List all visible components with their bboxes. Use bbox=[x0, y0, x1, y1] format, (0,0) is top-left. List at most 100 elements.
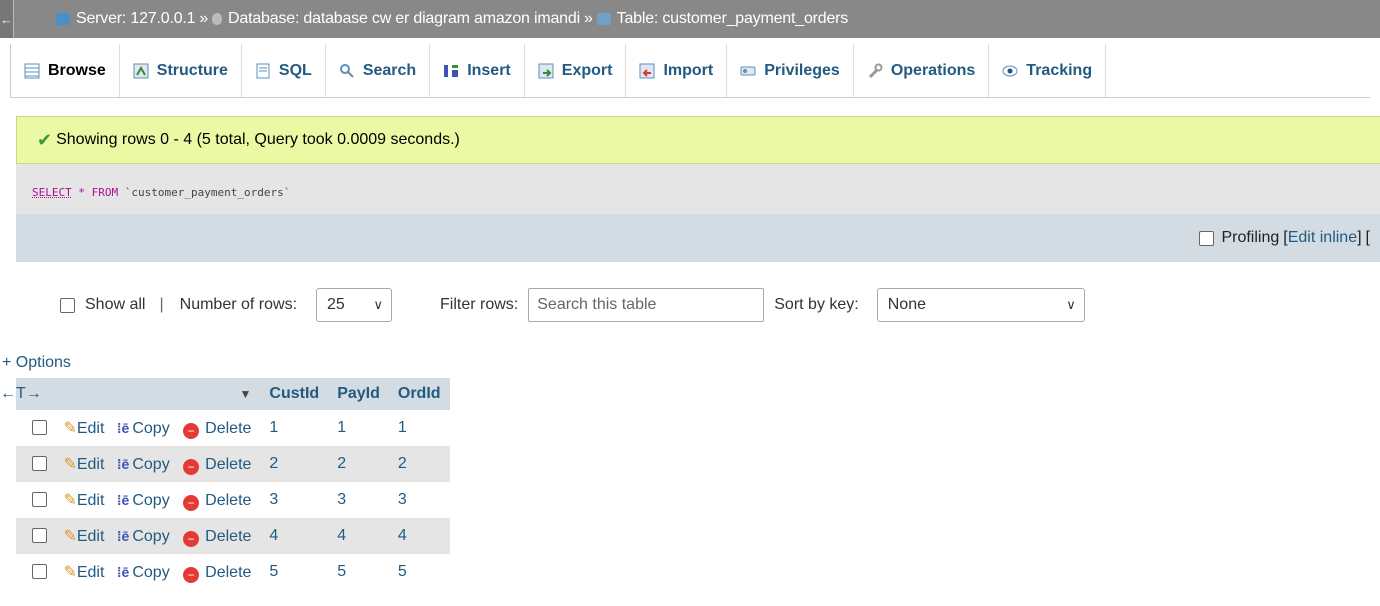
sort-arrow-icon[interactable]: ▼ bbox=[240, 387, 252, 401]
tab-search[interactable]: Search bbox=[326, 44, 431, 97]
checkmark-icon: ✔ bbox=[37, 129, 53, 150]
table-cell[interactable]: 4 bbox=[260, 518, 329, 554]
breadcrumb-server[interactable]: Server: 127.0.0.1 bbox=[76, 10, 196, 28]
delete-icon[interactable]: − bbox=[183, 566, 200, 583]
table-cell[interactable]: 4 bbox=[388, 518, 450, 554]
sort-select[interactable]: None ∨ bbox=[876, 288, 1085, 322]
table-cell[interactable]: 3 bbox=[388, 482, 450, 518]
sort-label: Sort by key: bbox=[774, 296, 859, 313]
column-resize-icon[interactable]: ←T→ bbox=[0, 385, 42, 403]
pencil-icon[interactable]: ✎ bbox=[63, 420, 76, 437]
chevron-down-icon: ∨ bbox=[1066, 297, 1076, 312]
table-cell[interactable]: 3 bbox=[260, 482, 329, 518]
row-checkbox[interactable] bbox=[32, 419, 47, 435]
tab-label: Search bbox=[362, 61, 417, 79]
rows-select[interactable]: 25 ∨ bbox=[316, 288, 393, 322]
pencil-icon[interactable]: ✎ bbox=[63, 456, 76, 473]
copy-icon[interactable]: ⁞ē bbox=[117, 528, 129, 544]
tab-insert[interactable]: Insert bbox=[430, 44, 525, 97]
tab-operations[interactable]: Operations bbox=[854, 44, 990, 97]
column-header-ordid[interactable]: OrdId bbox=[388, 378, 450, 410]
pencil-icon[interactable]: ✎ bbox=[63, 528, 76, 545]
tab-import[interactable]: Import bbox=[626, 44, 728, 97]
copy-icon[interactable]: ⁞ē bbox=[117, 420, 129, 436]
delete-icon[interactable]: − bbox=[183, 494, 200, 511]
delete-icon[interactable]: − bbox=[183, 530, 200, 547]
table-cell[interactable]: 4 bbox=[328, 518, 389, 554]
copy-link[interactable]: Copy bbox=[132, 528, 169, 545]
profiling-checkbox[interactable] bbox=[1199, 230, 1215, 246]
delete-icon[interactable]: − bbox=[183, 422, 200, 439]
sql-query-box[interactable]: SELECT * FROM `customer_payment_orders` bbox=[16, 164, 1380, 214]
edit-link[interactable]: Edit bbox=[77, 420, 105, 437]
row-checkbox[interactable] bbox=[32, 563, 47, 579]
table-cell[interactable]: 5 bbox=[388, 554, 450, 590]
tab-tracking[interactable]: Tracking bbox=[989, 44, 1107, 97]
edit-inline-link[interactable]: Edit inline bbox=[1288, 229, 1357, 247]
filter-rows-input[interactable] bbox=[528, 288, 765, 322]
copy-link[interactable]: Copy bbox=[132, 564, 169, 581]
copy-icon[interactable]: ⁞ē bbox=[117, 456, 129, 472]
edit-link[interactable]: Edit bbox=[77, 456, 105, 473]
table-row: ✎Edit ⁞ē Copy − Delete 4 4 4 bbox=[16, 518, 450, 554]
copy-link[interactable]: Copy bbox=[132, 420, 169, 437]
search-icon bbox=[339, 63, 355, 79]
table-cell[interactable]: 5 bbox=[328, 554, 389, 590]
sql-icon bbox=[255, 63, 271, 79]
column-header-payid[interactable]: PayId bbox=[328, 378, 389, 410]
back-arrow-icon[interactable]: ← bbox=[0, 0, 14, 38]
tab-label: Browse bbox=[48, 61, 106, 79]
tab-export[interactable]: Export bbox=[525, 44, 627, 97]
delete-link[interactable]: Delete bbox=[205, 456, 251, 473]
show-all-checkbox[interactable] bbox=[60, 297, 75, 313]
table-row: ✎Edit ⁞ē Copy − Delete 3 3 3 bbox=[16, 482, 450, 518]
row-checkbox[interactable] bbox=[32, 455, 47, 471]
options-link[interactable]: + Options bbox=[2, 354, 71, 372]
edit-link[interactable]: Edit bbox=[77, 492, 105, 509]
table-row: ✎Edit ⁞ē Copy − Delete 2 2 2 bbox=[16, 446, 450, 482]
edit-link[interactable]: Edit bbox=[77, 564, 105, 581]
copy-link[interactable]: Copy bbox=[132, 456, 169, 473]
success-message: ✔ Showing rows 0 - 4 (5 total, Query too… bbox=[16, 116, 1380, 164]
table-row: ✎Edit ⁞ē Copy − Delete 1 1 1 bbox=[16, 410, 450, 446]
breadcrumb-database[interactable]: Database: database cw er diagram amazon … bbox=[228, 10, 580, 28]
wrench-icon bbox=[867, 63, 883, 79]
rows-value: 25 bbox=[327, 296, 345, 313]
copy-icon[interactable]: ⁞ē bbox=[117, 492, 129, 508]
column-header-custid[interactable]: CustId bbox=[260, 378, 329, 410]
pencil-icon[interactable]: ✎ bbox=[63, 564, 76, 581]
database-icon bbox=[212, 13, 223, 25]
import-icon bbox=[639, 63, 655, 79]
table-cell[interactable]: 2 bbox=[260, 446, 329, 482]
tab-structure[interactable]: Structure bbox=[120, 44, 242, 97]
table-cell[interactable]: 1 bbox=[260, 410, 329, 446]
tab-bar: Browse Structure SQL Search Insert Expor… bbox=[10, 44, 1370, 98]
delete-link[interactable]: Delete bbox=[205, 492, 251, 509]
delete-icon[interactable]: − bbox=[183, 458, 200, 475]
tab-privileges[interactable]: Privileges bbox=[727, 44, 854, 97]
table-cell[interactable]: 3 bbox=[328, 482, 389, 518]
copy-icon[interactable]: ⁞ē bbox=[117, 564, 129, 580]
breadcrumb-table[interactable]: Table: customer_payment_orders bbox=[617, 10, 849, 28]
sql-keyword-select[interactable]: SELECT bbox=[32, 186, 72, 199]
edit-link[interactable]: Edit bbox=[77, 528, 105, 545]
table-cell[interactable]: 1 bbox=[328, 410, 389, 446]
delete-link[interactable]: Delete bbox=[205, 420, 251, 437]
table-cell[interactable]: 1 bbox=[388, 410, 450, 446]
success-text: Showing rows 0 - 4 (5 total, Query took … bbox=[56, 131, 460, 148]
delete-link[interactable]: Delete bbox=[205, 528, 251, 545]
pencil-icon[interactable]: ✎ bbox=[63, 492, 76, 509]
copy-link[interactable]: Copy bbox=[132, 492, 169, 509]
table-cell[interactable]: 5 bbox=[260, 554, 329, 590]
profiling-bar: Profiling [Edit inline] [ bbox=[16, 214, 1380, 262]
export-icon bbox=[538, 63, 554, 79]
breadcrumb: ← Server: 127.0.0.1 » Database: database… bbox=[0, 0, 1380, 38]
tab-browse[interactable]: Browse bbox=[10, 44, 120, 97]
table-cell[interactable]: 2 bbox=[328, 446, 389, 482]
row-checkbox[interactable] bbox=[32, 491, 47, 507]
table-cell[interactable]: 2 bbox=[388, 446, 450, 482]
row-checkbox[interactable] bbox=[32, 527, 47, 543]
tab-sql[interactable]: SQL bbox=[242, 44, 326, 97]
sort-value: None bbox=[887, 296, 926, 313]
delete-link[interactable]: Delete bbox=[205, 564, 251, 581]
